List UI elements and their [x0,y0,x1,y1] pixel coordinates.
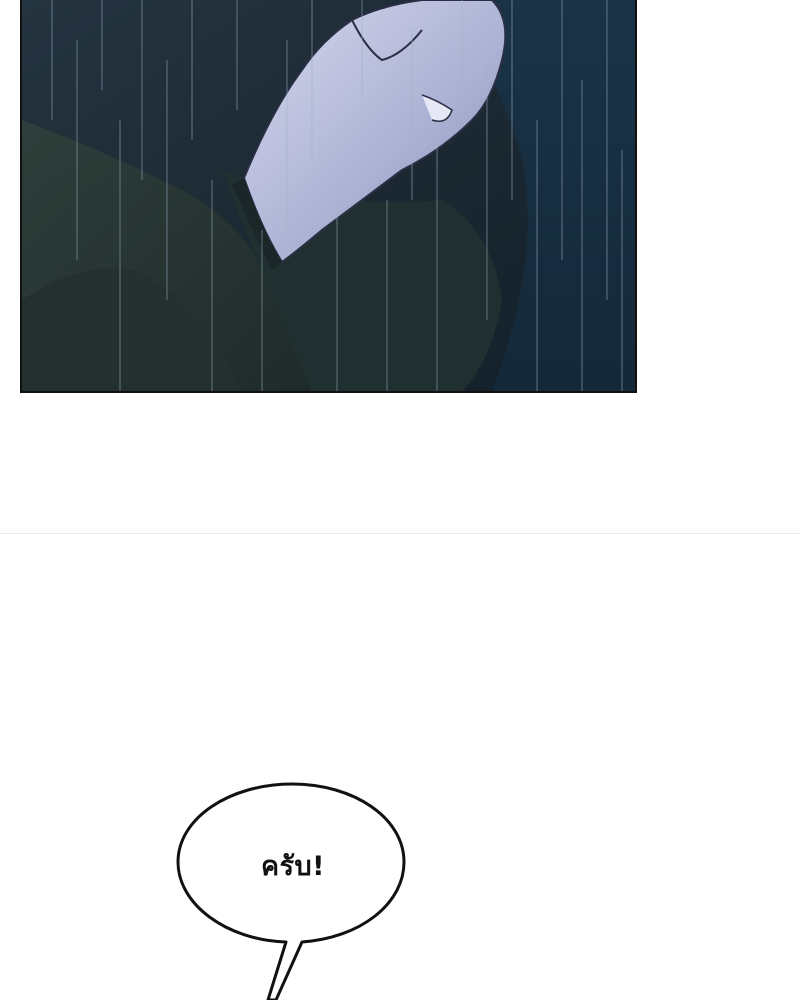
speech-bubble: ครับ! [170,780,420,1000]
comic-page: ครับ! [0,0,800,1000]
speech-bubble-text: ครับ! [260,851,325,882]
speech-bubble-shape [176,782,406,1000]
comic-panel-rain-hand [20,0,637,393]
panel-divider [0,533,800,534]
speech-bubble-outline [176,782,406,1000]
panel-illustration [22,0,635,391]
